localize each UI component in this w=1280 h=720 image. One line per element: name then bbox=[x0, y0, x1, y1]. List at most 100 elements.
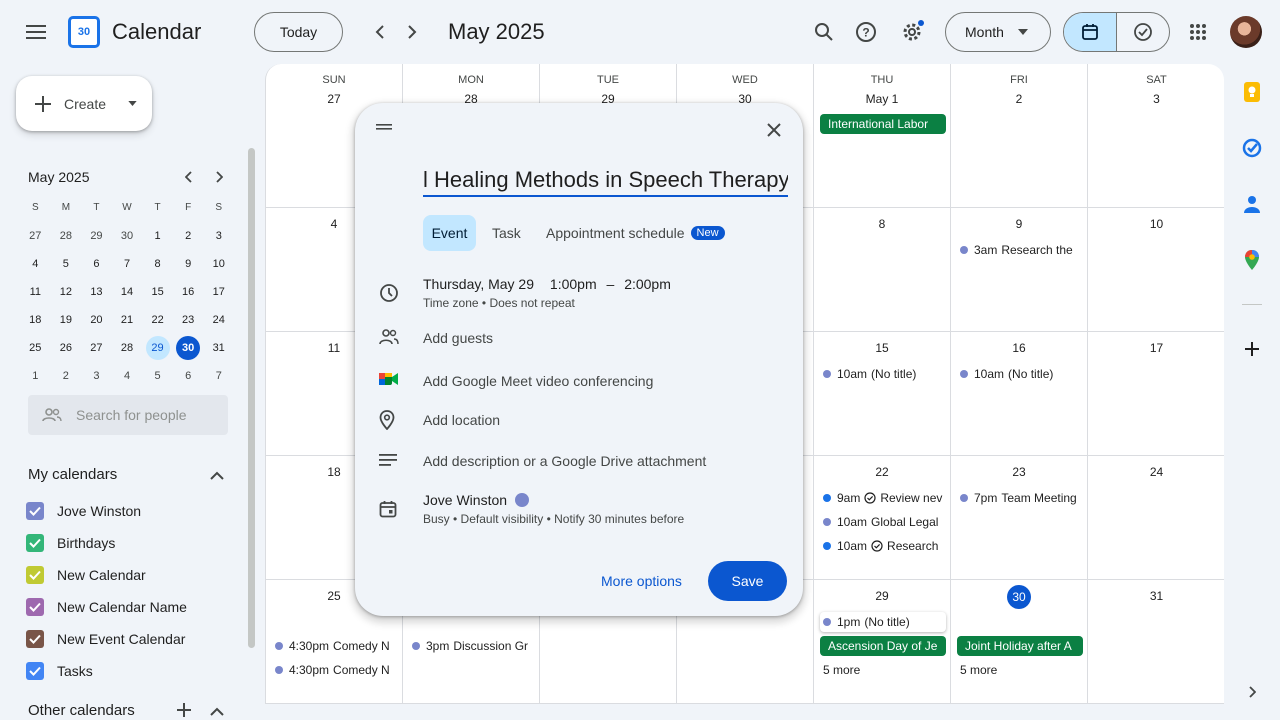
mini-day[interactable]: 2 bbox=[173, 224, 204, 248]
maps-icon[interactable] bbox=[1240, 248, 1264, 272]
mini-day[interactable]: 28 bbox=[112, 336, 143, 360]
tasks-view-icon[interactable] bbox=[1117, 13, 1169, 51]
mini-day[interactable]: 17 bbox=[203, 280, 234, 304]
mini-day[interactable]: 26 bbox=[51, 336, 82, 360]
mini-day[interactable]: 6 bbox=[173, 364, 204, 388]
day-cell[interactable]: 31 bbox=[1088, 580, 1224, 704]
mini-day[interactable]: 21 bbox=[112, 308, 143, 332]
save-button[interactable]: Save bbox=[708, 561, 787, 601]
mini-day[interactable]: 6 bbox=[81, 252, 112, 276]
day-cell[interactable]: 16 10am (No title) bbox=[951, 332, 1088, 456]
today-day-number[interactable]: 30 bbox=[1007, 585, 1031, 609]
checkbox-checked-icon[interactable] bbox=[26, 534, 44, 552]
add-google-meet[interactable]: Add Google Meet video conferencing bbox=[423, 373, 653, 389]
date-time-row[interactable]: Thursday, May 29 1:00pm – 2:00pm Time zo… bbox=[423, 276, 671, 310]
mini-day[interactable]: 24 bbox=[203, 308, 234, 332]
day-cell[interactable]: 30 Joint Holiday after A 5 more bbox=[951, 580, 1088, 704]
mini-day[interactable]: 27 bbox=[20, 224, 51, 248]
event-chip[interactable]: 10am (No title) bbox=[820, 364, 946, 384]
day-number[interactable]: 2 bbox=[951, 92, 1087, 106]
add-addon-plus-icon[interactable] bbox=[1240, 337, 1264, 361]
day-number[interactable]: 17 bbox=[1088, 341, 1224, 355]
calendar-owner-row[interactable]: Jove Winston Busy • Default visibility •… bbox=[423, 492, 684, 526]
day-cell[interactable]: 10 bbox=[1088, 208, 1224, 332]
mini-day[interactable]: 1 bbox=[142, 224, 173, 248]
tab-appointment-schedule[interactable]: Appointment schedule New bbox=[546, 215, 725, 251]
mini-day[interactable]: 27 bbox=[81, 336, 112, 360]
day-cell[interactable]: 22 9am Review nev 10am Global Legal 10am Resea… bbox=[814, 456, 951, 580]
checkbox-checked-icon[interactable] bbox=[26, 566, 44, 584]
more-options-button[interactable]: More options bbox=[601, 573, 682, 589]
mini-day[interactable]: 5 bbox=[142, 364, 173, 388]
day-number[interactable]: May 1 bbox=[814, 92, 950, 106]
add-location[interactable]: Add location bbox=[423, 412, 500, 428]
mini-day[interactable]: 20 bbox=[81, 308, 112, 332]
event-chip[interactable]: 4:30pm Comedy N bbox=[272, 636, 398, 656]
mini-day[interactable]: 10 bbox=[203, 252, 234, 276]
mini-day[interactable]: 15 bbox=[142, 280, 173, 304]
close-icon[interactable] bbox=[761, 117, 787, 143]
day-cell[interactable]: FRI 2 bbox=[951, 64, 1088, 208]
day-number[interactable]: 10 bbox=[1088, 217, 1224, 231]
mini-day[interactable]: 2 bbox=[51, 364, 82, 388]
day-cell[interactable]: 15 10am (No title) bbox=[814, 332, 951, 456]
checkbox-checked-icon[interactable] bbox=[26, 598, 44, 616]
mini-day[interactable]: 7 bbox=[112, 252, 143, 276]
calendar-item[interactable]: New Calendar bbox=[26, 559, 146, 591]
mini-day[interactable]: 14 bbox=[112, 280, 143, 304]
owner-color-dot[interactable] bbox=[515, 493, 530, 507]
calendar-item[interactable]: Jove Winston bbox=[26, 495, 141, 527]
mini-day[interactable]: 11 bbox=[20, 280, 51, 304]
calendar-item[interactable]: New Event Calendar bbox=[26, 623, 185, 655]
account-avatar[interactable] bbox=[1230, 16, 1262, 48]
mini-day[interactable]: 13 bbox=[81, 280, 112, 304]
today-button[interactable]: Today bbox=[254, 12, 343, 52]
mini-day[interactable]: 30 bbox=[112, 224, 143, 248]
event-chip[interactable]: 4:30pm Comedy N bbox=[272, 660, 398, 680]
tasks-icon[interactable] bbox=[1240, 136, 1264, 160]
event-chip[interactable]: 10am Global Legal bbox=[820, 512, 946, 532]
mini-day[interactable]: 31 bbox=[203, 336, 234, 360]
event-chip[interactable]: 3am Research the bbox=[957, 240, 1083, 260]
day-number[interactable]: 16 bbox=[951, 341, 1087, 355]
mini-day[interactable]: 3 bbox=[81, 364, 112, 388]
event-end-time[interactable]: 2:00pm bbox=[624, 276, 671, 292]
add-description[interactable]: Add description or a Google Drive attach… bbox=[423, 453, 706, 469]
checkbox-checked-icon[interactable] bbox=[26, 502, 44, 520]
more-events-link[interactable]: 5 more bbox=[820, 660, 946, 680]
other-calendars-title[interactable]: Other calendars bbox=[28, 702, 135, 719]
timezone-repeat-text[interactable]: Time zone • Does not repeat bbox=[423, 296, 671, 310]
day-number[interactable]: 24 bbox=[1088, 465, 1224, 479]
day-number[interactable]: 15 bbox=[814, 341, 950, 355]
my-calendars-title[interactable]: My calendars bbox=[28, 466, 117, 483]
day-number[interactable]: 9 bbox=[951, 217, 1087, 231]
day-cell[interactable]: 24 bbox=[1088, 456, 1224, 580]
mini-day[interactable]: 29 bbox=[145, 336, 170, 360]
event-chip[interactable]: 3pm Discussion Gr bbox=[409, 636, 535, 656]
day-number[interactable]: 29 bbox=[814, 589, 950, 603]
mini-day[interactable]: 1 bbox=[20, 364, 51, 388]
event-chip[interactable]: Ascension Day of Je bbox=[820, 636, 946, 656]
event-chip[interactable]: 9am Review nev bbox=[820, 488, 946, 508]
sidebar-scrollbar[interactable] bbox=[248, 148, 255, 648]
search-icon[interactable] bbox=[810, 18, 838, 46]
create-button[interactable]: Create bbox=[16, 76, 152, 131]
day-cell[interactable]: 8 bbox=[814, 208, 951, 332]
mini-day[interactable]: 19 bbox=[51, 308, 82, 332]
mini-day[interactable]: 23 bbox=[173, 308, 204, 332]
tab-event[interactable]: Event bbox=[423, 215, 476, 251]
calendar-item[interactable]: Tasks bbox=[26, 655, 93, 687]
mini-day[interactable]: 3 bbox=[203, 224, 234, 248]
day-number[interactable]: 30 bbox=[951, 585, 1087, 609]
add-calendar-plus-icon[interactable] bbox=[174, 700, 194, 720]
event-chip[interactable]: 7pm Team Meeting bbox=[957, 488, 1083, 508]
mini-next-icon[interactable] bbox=[210, 168, 228, 186]
day-cell[interactable]: SAT 3 bbox=[1088, 64, 1224, 208]
mini-day[interactable]: 22 bbox=[142, 308, 173, 332]
day-cell[interactable]: 17 bbox=[1088, 332, 1224, 456]
main-menu-icon[interactable] bbox=[20, 16, 52, 48]
mini-day[interactable]: 30 bbox=[176, 336, 201, 360]
event-start-time[interactable]: 1:00pm bbox=[550, 276, 597, 292]
mini-day[interactable]: 4 bbox=[20, 252, 51, 276]
view-select[interactable]: Month bbox=[945, 12, 1051, 52]
